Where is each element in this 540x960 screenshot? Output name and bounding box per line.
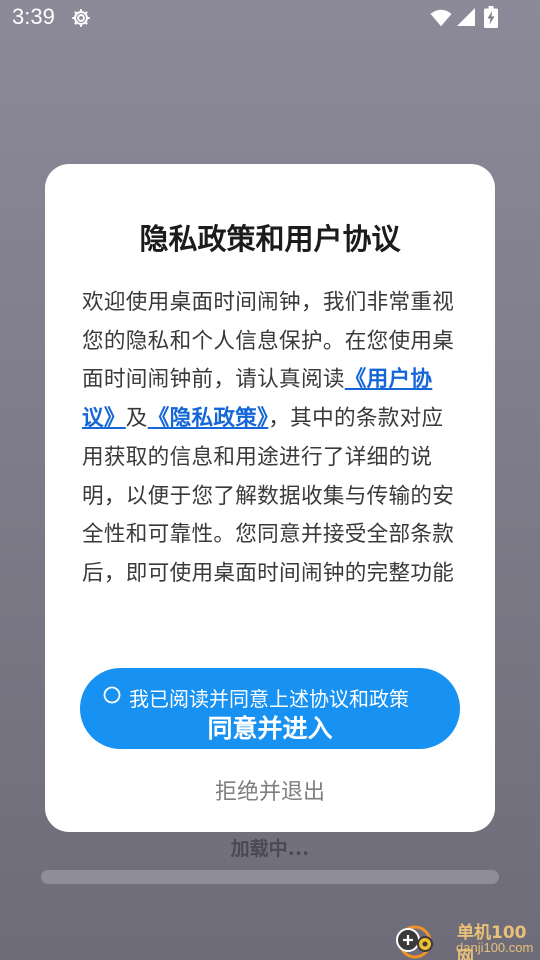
dialog-body-conjunction: 及 (125, 406, 148, 432)
status-bar: 3:39 (0, 0, 540, 36)
dialog-title: 隐私政策和用户协议 (139, 222, 401, 256)
privacy-dialog: 隐私政策和用户协议 欢迎使用桌面时间闹钟，我们非常重视您的隐私和个人信息保护。在… (45, 164, 495, 832)
agreement-checkbox-label[interactable]: 我已阅读并同意上述协议和政策 (129, 683, 409, 712)
status-time: 3:39 (12, 4, 55, 29)
agree-and-enter-button[interactable]: 我已阅读并同意上述协议和政策 同意并进入 (80, 668, 460, 749)
loading-text: 加载中... (230, 838, 310, 860)
battery-charging-icon (484, 6, 498, 28)
dialog-body-text: 欢迎使用桌面时间闹钟，我们非常重视您的隐私和个人信息保护。在您使用桌面时间闹钟前… (82, 284, 462, 594)
watermark-url: danji100.com (456, 940, 534, 955)
loading-progress-bar (41, 870, 499, 884)
privacy-policy-link[interactable]: 《隐私政策》 (148, 406, 269, 431)
signal-icon (457, 8, 475, 26)
settings-icon (72, 9, 90, 27)
agreement-checkbox[interactable] (103, 686, 121, 704)
watermark-logo-icon (396, 925, 433, 959)
wifi-icon (430, 9, 452, 27)
dialog-body-rest: ，其中的条款对应用获取的信息和用途进行了详细的说明，以便于您了解数据收集与传输的… (82, 406, 455, 586)
agree-button-label: 同意并进入 (207, 714, 333, 743)
reject-and-exit-button[interactable]: 拒绝并退出 (45, 774, 495, 806)
